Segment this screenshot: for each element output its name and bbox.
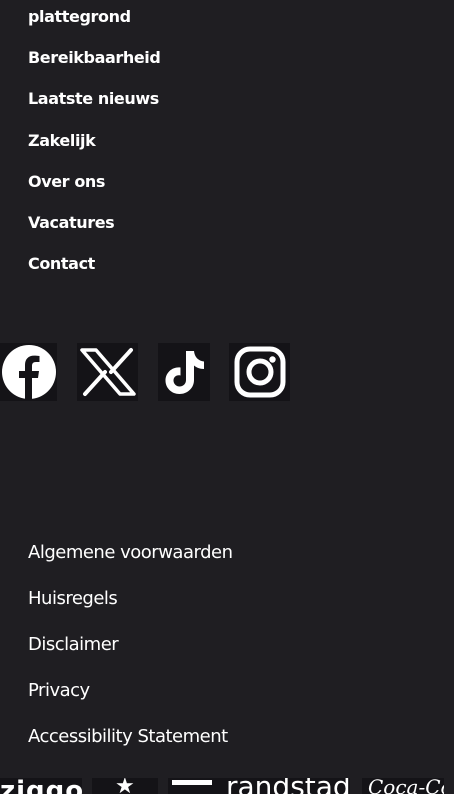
- instagram-link[interactable]: [229, 343, 290, 401]
- footer-link-laatste-nieuws[interactable]: Laatste nieuws: [28, 89, 159, 108]
- ziggo-logo[interactable]: ziggo: [0, 778, 82, 794]
- footer-link-plattegrond[interactable]: plattegrond: [28, 7, 131, 26]
- facebook-icon: [1, 345, 56, 400]
- legal-link-privacy[interactable]: Privacy: [28, 680, 90, 701]
- tiktok-icon: [165, 351, 204, 394]
- x-link[interactable]: [77, 343, 138, 401]
- sponsor-star-logo[interactable]: ★: [92, 778, 158, 794]
- footer-link-contact[interactable]: Contact: [28, 254, 95, 273]
- instagram-icon: [234, 346, 285, 398]
- footer-link-vacatures[interactable]: Vacatures: [28, 213, 115, 232]
- randstad-mark-icon: [172, 780, 212, 794]
- legal-link-huisregels[interactable]: Huisregels: [28, 588, 118, 609]
- facebook-link[interactable]: [0, 343, 57, 401]
- footer-link-over-ons[interactable]: Over ons: [28, 172, 105, 191]
- legal-link-algemene-voorwaarden[interactable]: Algemene voorwaarden: [28, 542, 233, 563]
- legal-link-accessibility-statement[interactable]: Accessibility Statement: [28, 726, 228, 747]
- x-icon: [79, 348, 136, 396]
- footer-link-zakelijk[interactable]: Zakelijk: [28, 131, 96, 150]
- tiktok-link[interactable]: [158, 343, 210, 401]
- sponsor-logos: ziggo ★ randstad Coca-Cola: [0, 778, 454, 794]
- footer-link-bereikbaarheid[interactable]: Bereikbaarheid: [28, 48, 161, 67]
- star-icon: ★: [115, 778, 135, 794]
- legal-link-disclaimer[interactable]: Disclaimer: [28, 634, 119, 655]
- cocacola-logo[interactable]: Coca-Cola: [362, 778, 444, 794]
- randstad-logo[interactable]: randstad: [168, 778, 350, 794]
